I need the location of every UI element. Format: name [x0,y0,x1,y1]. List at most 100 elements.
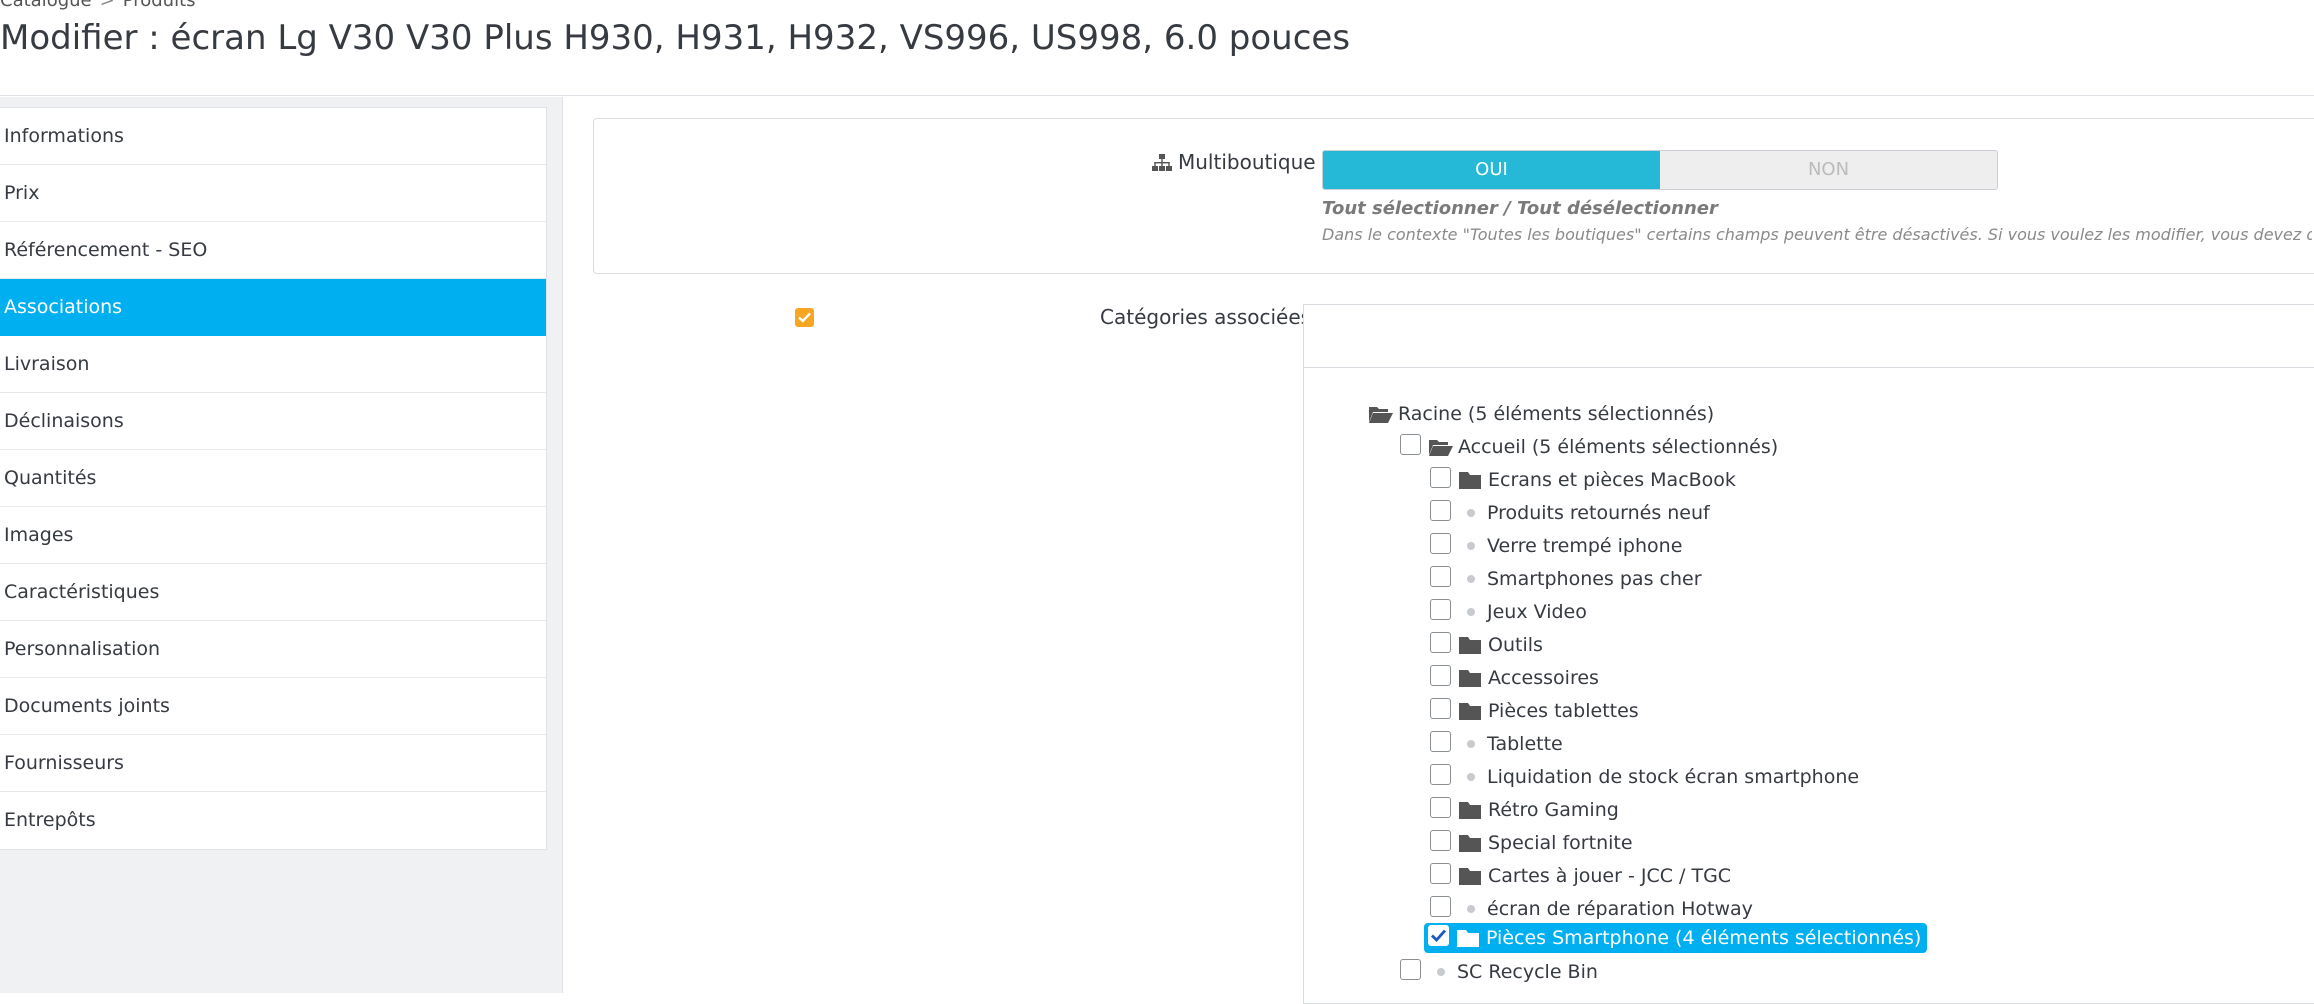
tree-item-jeux-video[interactable]: Jeux Video [1430,598,1587,626]
tree-checkbox[interactable] [1430,664,1451,686]
sidebar-item-personnalisation[interactable]: Personnalisation [0,621,546,678]
multishop-oui-button[interactable]: OUI [1323,151,1660,189]
tree-item-ecrans-macbook[interactable]: Ecrans et pièces MacBook [1430,466,1736,494]
tree-item-label: Tablette [1487,733,1563,755]
tree-item-label: écran de réparation Hotway [1487,898,1753,920]
multishop-label-text: Multiboutique [1178,150,1316,174]
tree-item-label: Cartes à jouer - JCC / TGC [1488,865,1732,887]
leaf-dot-icon [1467,509,1475,517]
tree-item-tablette[interactable]: Tablette [1430,730,1563,758]
leaf-dot-icon [1437,968,1445,976]
tree-checkbox[interactable] [1430,499,1451,521]
tree-item-label: Racine (5 éléments sélectionnés) [1398,403,1715,425]
page-title: Modifier : écran Lg V30 V30 Plus H930, H… [0,18,1351,58]
tree-item-racine[interactable]: Racine (5 éléments sélectionnés) [1369,400,1714,428]
sidebar-item-prix[interactable]: Prix [0,165,546,222]
select-all-link[interactable]: Tout sélectionner / Tout désélectionner [1322,198,1718,219]
sidebar-item-documents-joints[interactable]: Documents joints [0,678,546,735]
folder-icon [1459,702,1483,721]
tree-checkbox[interactable] [1430,862,1451,884]
folder-icon [1459,801,1483,820]
tree-item-special-fortnite[interactable]: Special fortnite [1430,829,1633,857]
tree-item-outils[interactable]: Outils [1430,631,1543,659]
leaf-dot-icon [1467,575,1475,583]
tree-checkbox[interactable] [1430,730,1451,752]
multishop-context-note: Dans le contexte "Toutes les boutiques" … [1322,225,2312,244]
tree-item-label: Accueil (5 éléments sélectionnés) [1458,436,1779,458]
tree-item-label: Jeux Video [1487,601,1587,623]
tree-checkbox[interactable] [1400,958,1421,980]
tree-checkbox[interactable] [1430,631,1451,653]
sidebar-item-informations[interactable]: Informations [0,108,546,165]
tree-checkbox[interactable] [1430,796,1451,818]
tree-item-label: Produits retournés neuf [1487,502,1710,524]
sidebar-item-livraison[interactable]: Livraison [0,336,546,393]
tree-item-pieces-smartphone[interactable]: Pièces Smartphone (4 éléments sélectionn… [1424,923,1928,953]
tree-item-label: Smartphones pas cher [1487,568,1702,590]
product-tabs-sidebar: Informations Prix Référencement - SEO As… [0,107,547,850]
tree-item-label: Outils [1488,634,1543,656]
tree-checkbox[interactable] [1430,466,1451,488]
tree-item-label: Rétro Gaming [1488,799,1619,821]
tree-item-pieces-tablettes[interactable]: Pièces tablettes [1430,697,1639,725]
breadcrumb-produits[interactable]: Produits [123,0,196,11]
tree-item-retro-gaming[interactable]: Rétro Gaming [1430,796,1619,824]
tree-checkbox[interactable] [1430,565,1451,587]
folder-icon [1459,471,1483,490]
tree-item-sc-recycle-bin[interactable]: SC Recycle Bin [1400,958,1598,986]
tree-checkbox[interactable] [1430,763,1451,785]
multishop-non-button[interactable]: NON [1660,151,1997,189]
tree-item-smartphones-pas-cher[interactable]: Smartphones pas cher [1430,565,1702,593]
check-icon [1431,929,1446,942]
tree-checkbox[interactable] [1430,697,1451,719]
leaf-dot-icon [1467,905,1475,913]
tree-item-cartes-a-jouer[interactable]: Cartes à jouer - JCC / TGC [1430,862,1731,890]
tree-item-label: Ecrans et pièces MacBook [1488,469,1736,491]
breadcrumb: Catalogue > Produits [0,0,196,11]
leaf-dot-icon [1467,773,1475,781]
tree-item-label: Liquidation de stock écran smartphone [1487,766,1860,788]
folder-icon [1457,929,1481,948]
leaf-dot-icon [1467,608,1475,616]
sidebar-item-declinaisons[interactable]: Déclinaisons [0,393,546,450]
tree-item-ecran-hotway[interactable]: écran de réparation Hotway [1430,895,1753,923]
tree-item-liquidation[interactable]: Liquidation de stock écran smartphone [1430,763,1859,791]
breadcrumb-catalogue[interactable]: Catalogue [0,0,92,11]
sitemap-icon [1152,153,1172,171]
sidebar-item-fournisseurs[interactable]: Fournisseurs [0,735,546,792]
folder-open-icon [1429,438,1453,457]
folder-open-icon [1369,405,1393,424]
tree-item-accueil[interactable]: Accueil (5 éléments sélectionnés) [1400,433,1778,461]
leaf-dot-icon [1467,740,1475,748]
sidebar-item-images[interactable]: Images [0,507,546,564]
tree-checkbox[interactable] [1430,532,1451,554]
tree-item-accessoires[interactable]: Accessoires [1430,664,1599,692]
tree-checkbox[interactable] [1430,598,1451,620]
multishop-field-checkbox[interactable] [795,308,814,327]
tree-item-label: Pièces tablettes [1488,700,1639,722]
page-header: Catalogue > Produits Modifier : écran Lg V… [0,0,2314,96]
tree-item-produits-retournes[interactable]: Produits retournés neuf [1430,499,1710,527]
category-tree-toolbar [1303,304,2314,368]
folder-icon [1459,834,1483,853]
folder-icon [1459,636,1483,655]
folder-icon [1459,669,1483,688]
tree-item-label: Special fortnite [1488,832,1633,854]
tree-item-verre-trempe[interactable]: Verre trempé iphone [1430,532,1682,560]
sidebar-item-caracteristiques[interactable]: Caractéristiques [0,564,546,621]
tree-checkbox[interactable] [1400,433,1421,455]
tree-item-label: Pièces Smartphone (4 éléments sélectionn… [1486,927,1922,949]
sidebar-item-seo[interactable]: Référencement - SEO [0,222,546,279]
multishop-toggle: OUI NON [1322,150,1998,190]
multishop-panel [593,118,2314,274]
sidebar-item-entrepots[interactable]: Entrepôts [0,792,546,849]
tree-item-label: Accessoires [1488,667,1599,689]
sidebar-item-associations[interactable]: Associations [0,279,546,336]
tree-item-label: Verre trempé iphone [1487,535,1683,557]
tree-checkbox[interactable] [1430,895,1451,917]
tree-checkbox[interactable] [1430,829,1451,851]
folder-icon [1459,867,1483,886]
check-icon [798,312,811,323]
tree-checkbox-checked[interactable] [1428,924,1449,946]
sidebar-item-quantites[interactable]: Quantités [0,450,546,507]
